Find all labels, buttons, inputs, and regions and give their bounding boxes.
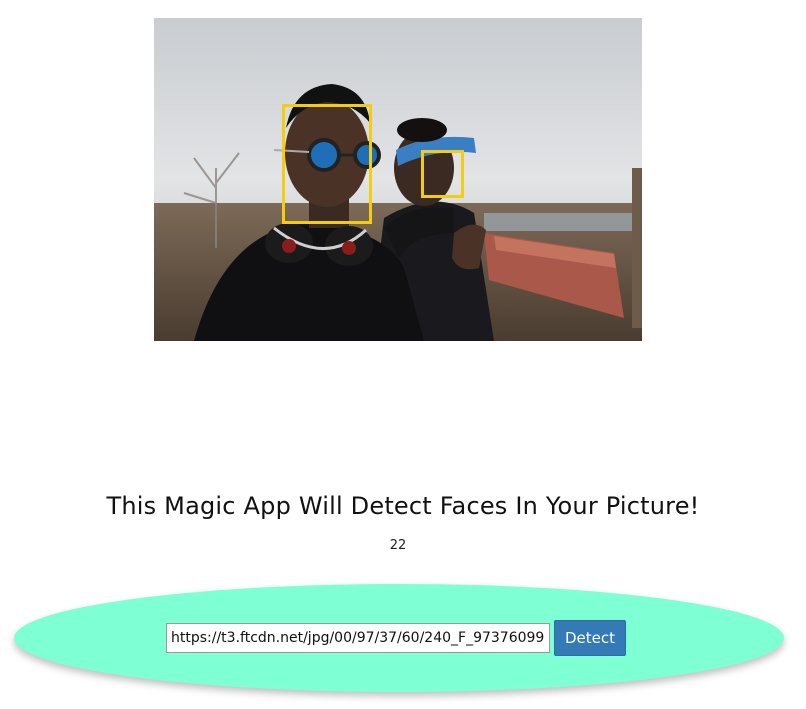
page-title: This Magic App Will Detect Faces In Your… xyxy=(106,492,700,520)
photo-image xyxy=(154,18,642,341)
face-count: 22 xyxy=(389,538,407,553)
detect-button[interactable]: Detect xyxy=(554,620,626,656)
face-bounding-box xyxy=(421,150,464,198)
detected-photo xyxy=(154,18,642,341)
image-url-input[interactable] xyxy=(166,623,550,653)
face-bounding-box xyxy=(282,104,372,224)
face-detect-app: This Magic App Will Detect Faces In Your… xyxy=(0,0,806,709)
